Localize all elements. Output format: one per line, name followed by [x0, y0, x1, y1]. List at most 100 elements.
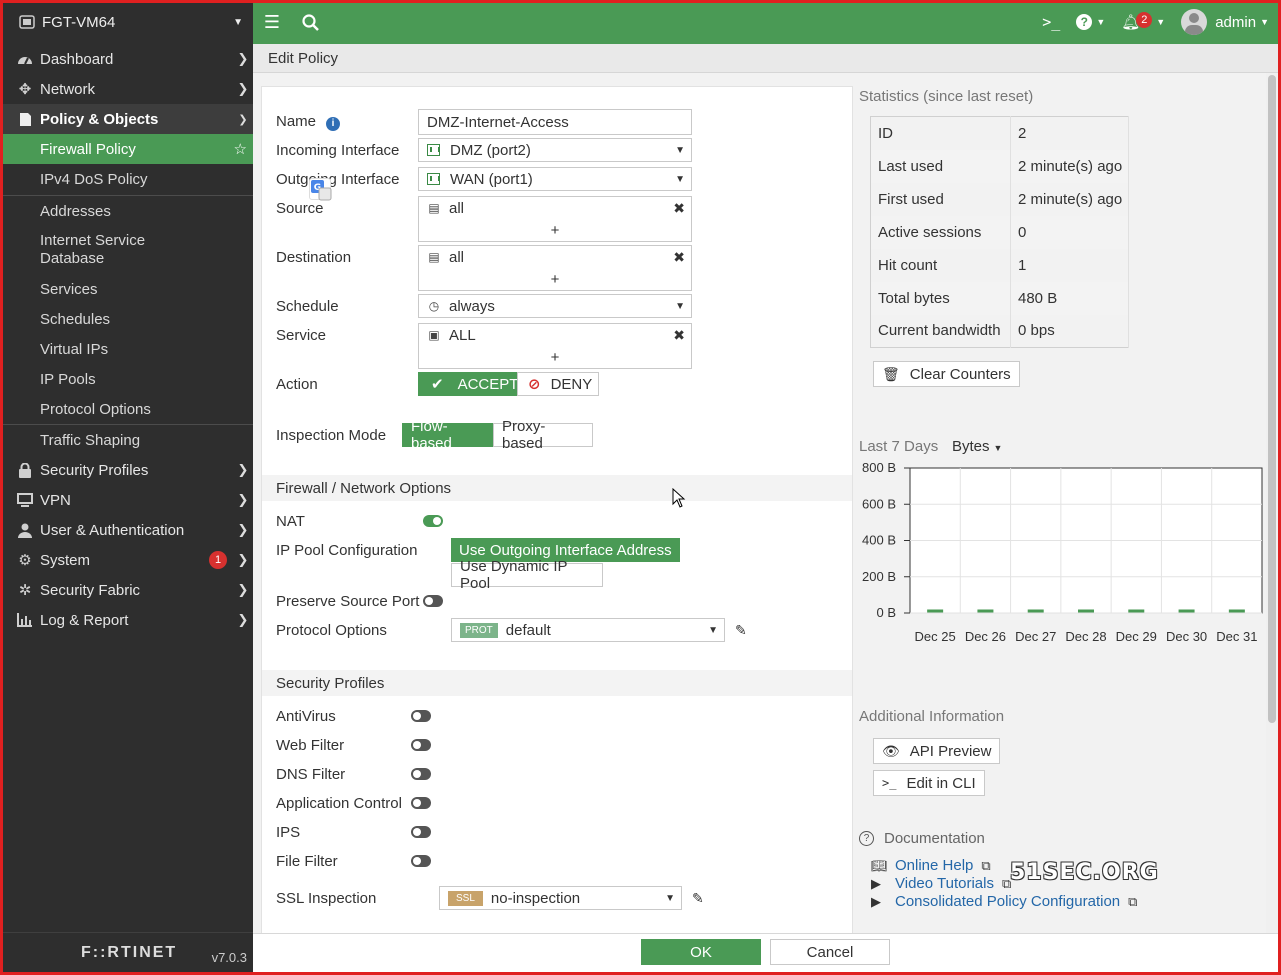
name-input[interactable]: DMZ-Internet-Access	[418, 109, 692, 135]
notifications-menu[interactable]: 🔔︎ 2 ▼	[1121, 12, 1166, 31]
chevron-right-icon: ❯	[237, 81, 249, 96]
chevron-down-icon: ▼	[1156, 17, 1166, 27]
preserve-port-toggle[interactable]	[423, 595, 443, 607]
proxy-based-button[interactable]: Proxy-based	[493, 418, 593, 452]
remove-icon[interactable]: ✖	[673, 327, 685, 344]
chart-x-tick-label: Dec 31	[1216, 629, 1257, 644]
sidebar-item-network[interactable]: ✥ Network ❯	[3, 74, 253, 104]
sidebar-sub-schedules[interactable]: Schedules	[3, 304, 253, 334]
remove-icon[interactable]: ✖	[673, 200, 685, 217]
sidebar-item-system[interactable]: ⚙ System 1 ❯	[3, 545, 253, 575]
sidebar-item-log-report[interactable]: Log & Report ❯	[3, 605, 253, 635]
outgoing-select[interactable]: WAN (port1) ▼	[418, 167, 692, 191]
cancel-button[interactable]: Cancel	[770, 939, 890, 965]
metric-selector[interactable]: Bytes ▼	[952, 438, 1002, 455]
appcontrol-toggle[interactable]	[411, 797, 431, 809]
sidebar-item-security-profiles[interactable]: Security Profiles ❯	[3, 455, 253, 485]
fortinet-logo: F::RTINET	[81, 943, 178, 961]
help-menu[interactable]: ? ▼	[1076, 14, 1105, 30]
deny-button[interactable]: ⊘ DENY	[517, 372, 599, 396]
chevron-right-icon: ❯	[237, 51, 249, 66]
edit-in-cli-button[interactable]: >_ Edit in CLI	[873, 770, 985, 796]
gauge-icon	[15, 52, 35, 66]
filefilter-toggle[interactable]	[411, 855, 431, 867]
table-row: ID 2	[870, 116, 1129, 150]
address-icon: ▤	[428, 250, 440, 264]
protocol-options-select[interactable]: PROT default ▼	[451, 618, 725, 642]
sidebar-sub-firewall-policy[interactable]: Firewall Policy ☆	[3, 134, 253, 164]
sidebar-sub-ip-pools[interactable]: IP Pools	[3, 364, 253, 394]
nat-toggle[interactable]	[423, 515, 443, 527]
network-icon: ✥	[18, 81, 32, 98]
chart-x-tick-label: Dec 27	[1015, 629, 1056, 644]
sidebar-sub-ipv4-dos[interactable]: IPv4 DoS Policy	[3, 164, 253, 194]
search-icon[interactable]	[291, 13, 329, 31]
inspection-mode-toggle: Flow-based Proxy-based	[402, 418, 593, 452]
sidebar-sub-isdb[interactable]: Internet Service Database	[3, 230, 253, 270]
incoming-label: Incoming Interface	[276, 142, 400, 159]
sidebar-sub-services[interactable]: Services	[3, 274, 253, 304]
sidebar-sub-virtual-ips[interactable]: Virtual IPs	[3, 334, 253, 364]
firewall-options-header: Firewall / Network Options	[262, 475, 852, 501]
ssl-inspection-select[interactable]: SSL no-inspection ▼	[439, 886, 682, 910]
dnsfilter-toggle[interactable]	[411, 768, 431, 780]
fabric-icon: ✲	[18, 582, 32, 599]
sidebar-item-policy-objects[interactable]: Policy & Objects ❯	[3, 104, 253, 134]
profile-filefilter-label: File Filter	[276, 853, 338, 870]
clear-counters-button[interactable]: 🗑︎ Clear Counters	[873, 361, 1020, 387]
source-field[interactable]: ▤ all ✖ +	[418, 196, 692, 242]
sidebar-sub-protocol-options[interactable]: Protocol Options	[3, 394, 253, 424]
menu-icon[interactable]: ☰	[253, 12, 291, 33]
star-icon[interactable]: ☆	[234, 140, 247, 158]
user-icon	[15, 523, 35, 538]
ips-toggle[interactable]	[411, 826, 431, 838]
chevron-down-icon: ▼	[675, 300, 685, 312]
chart-y-tick-label: 800 B	[862, 460, 896, 475]
edit-pencil-icon[interactable]: ✎	[692, 890, 704, 907]
sidebar-item-vpn[interactable]: VPN ❯	[3, 485, 253, 515]
sidebar-item-security-fabric[interactable]: ✲ Security Fabric ❯	[3, 575, 253, 605]
add-service-button[interactable]: +	[419, 349, 691, 366]
chevron-down-icon: ▼	[675, 144, 685, 156]
user-menu[interactable]: admin ▼	[1181, 9, 1269, 35]
traffic-chart: 800 B 600 B 400 B 200 B 0 B Dec 25 Dec 26 Dec 2…	[862, 460, 1263, 644]
translate-icon[interactable]: G	[309, 178, 332, 201]
accept-button[interactable]: ✔ ACCEPT	[418, 372, 518, 396]
check-icon: ✔	[431, 376, 444, 393]
ssl-inspection-label: SSL Inspection	[276, 890, 377, 907]
chart-y-tick-label: 600 B	[862, 496, 896, 511]
flow-based-button[interactable]: Flow-based	[402, 418, 493, 452]
webfilter-toggle[interactable]	[411, 739, 431, 751]
api-preview-button[interactable]: 👁︎ API Preview	[873, 738, 1001, 764]
antivirus-toggle[interactable]	[411, 710, 431, 722]
inspection-mode-label: Inspection Mode	[276, 427, 387, 444]
schedule-label: Schedule	[276, 298, 339, 315]
chevron-down-icon: ▼	[665, 892, 675, 904]
scrollbar-thumb[interactable]	[1268, 75, 1276, 723]
incoming-select[interactable]: DMZ (port2) ▼	[418, 138, 692, 162]
device-selector[interactable]: FGT-VM64 ▼	[0, 0, 253, 44]
add-destination-button[interactable]: +	[419, 271, 691, 288]
add-source-button[interactable]: +	[419, 222, 691, 239]
cli-console-icon[interactable]: >_	[1042, 13, 1060, 31]
service-label: Service	[276, 327, 327, 344]
consolidated-policy-link[interactable]: ▶ Consolidated Policy Configuration ⧉	[871, 893, 1137, 910]
info-icon[interactable]: i	[326, 116, 341, 131]
video-tutorials-link[interactable]: ▶ Video Tutorials ⧉	[871, 875, 1011, 892]
service-field[interactable]: ▣ ALL ✖ +	[418, 323, 692, 369]
table-row: First used 2 minute(s) ago	[870, 182, 1129, 216]
destination-field[interactable]: ▤ all ✖ +	[418, 245, 692, 291]
schedule-select[interactable]: ◷ always ▼	[418, 294, 692, 318]
sidebar-item-dashboard[interactable]: Dashboard ❯	[3, 44, 253, 74]
mouse-cursor-icon	[672, 488, 686, 508]
scrollbar[interactable]	[1266, 73, 1278, 933]
sidebar-sub-addresses[interactable]: Addresses	[3, 196, 253, 226]
protocol-options-label: Protocol Options	[276, 622, 387, 639]
sidebar-item-user-auth[interactable]: User & Authentication ❯	[3, 515, 253, 545]
edit-pencil-icon[interactable]: ✎	[735, 622, 747, 639]
remove-icon[interactable]: ✖	[673, 249, 685, 266]
ok-button[interactable]: OK	[641, 939, 761, 965]
sidebar-sub-traffic-shaping[interactable]: Traffic Shaping	[3, 425, 253, 455]
use-dynamic-pool-option[interactable]: Use Dynamic IP Pool	[451, 558, 603, 592]
online-help-link[interactable]: 📖︎ Online Help ⧉	[871, 857, 991, 874]
